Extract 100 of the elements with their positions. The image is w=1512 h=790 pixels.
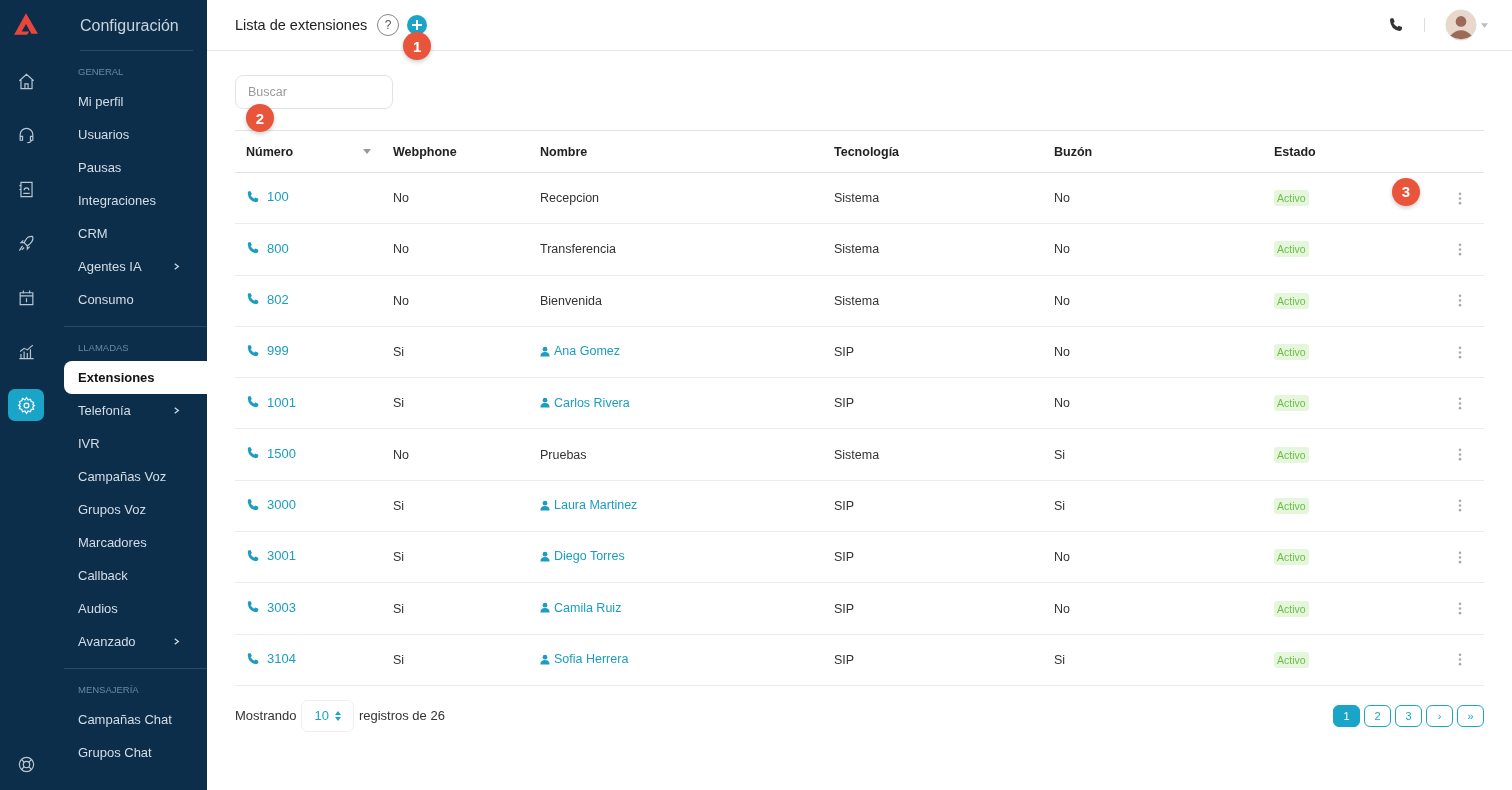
sidebar-title: Configuración xyxy=(80,0,193,51)
rail-button[interactable] xyxy=(8,389,44,421)
phone-icon xyxy=(246,343,260,358)
add-button[interactable] xyxy=(407,15,428,35)
table-cell: Si xyxy=(393,550,405,565)
status-badge: Activo xyxy=(1274,497,1309,514)
contact-book-icon[interactable] xyxy=(16,179,36,199)
table-cell: No xyxy=(393,242,409,257)
table-cell: Si xyxy=(393,396,405,411)
sidebar-item[interactable]: CRM xyxy=(64,217,207,250)
table-cell: Transferencia xyxy=(540,242,616,257)
sidebar-item[interactable]: Extensiones xyxy=(64,361,207,394)
status-badge: Activo xyxy=(1274,241,1309,258)
table-cell: SIP xyxy=(834,652,855,667)
table-cell: Sistema xyxy=(834,242,880,257)
more-options-icon[interactable] xyxy=(1458,294,1462,308)
sidebar-item[interactable]: Integraciones xyxy=(64,184,207,217)
phone-icon xyxy=(246,241,260,256)
phone-icon xyxy=(246,497,260,512)
status-badge: Activo xyxy=(1274,190,1309,207)
user-icon xyxy=(540,653,550,665)
column-header[interactable]: Tecnología xyxy=(834,144,900,159)
sort-caret-icon[interactable] xyxy=(363,149,371,154)
table-cell: Si xyxy=(393,498,405,513)
more-options-icon[interactable] xyxy=(1458,602,1462,615)
table-cell: Sistema xyxy=(834,447,880,462)
sidebar-item[interactable]: IVR xyxy=(64,427,207,460)
status-badge: Activo xyxy=(1274,446,1309,463)
phone-icon xyxy=(246,446,260,461)
sidebar-item[interactable]: Campañas Chat xyxy=(64,703,207,736)
table-cell: No xyxy=(393,293,409,308)
table-cell: No xyxy=(1054,550,1070,565)
sidebar-item[interactable]: Marcadores xyxy=(64,526,207,559)
step-number-badge: 1 xyxy=(403,32,432,60)
rocket-icon[interactable] xyxy=(16,233,36,253)
user-icon xyxy=(540,499,550,511)
home-icon[interactable] xyxy=(16,71,36,91)
table-cell: No xyxy=(1054,345,1070,360)
sidebar-item[interactable]: Grupos Voz xyxy=(64,493,207,526)
phone-icon xyxy=(246,189,260,204)
table-cell: No xyxy=(1054,601,1070,616)
column-header[interactable]: Número xyxy=(246,144,294,159)
table-cell: Si xyxy=(393,345,405,360)
table-cell: Sistema xyxy=(834,293,880,308)
table-cell: Bienvenida xyxy=(540,293,602,308)
table-cell: Recepcion xyxy=(540,191,600,206)
table-cell: SIP xyxy=(834,345,855,360)
more-options-icon[interactable] xyxy=(1458,242,1462,256)
caret-icon[interactable] xyxy=(1481,22,1488,28)
phone-icon xyxy=(246,600,260,615)
column-header[interactable]: Nombre xyxy=(540,144,588,159)
more-options-icon[interactable] xyxy=(1458,396,1462,410)
table-cell: No xyxy=(1054,396,1070,411)
avatar[interactable] xyxy=(1445,9,1477,41)
column-header[interactable]: Webphone xyxy=(393,144,457,159)
user-icon xyxy=(540,550,550,562)
table-cell: Si xyxy=(1054,652,1066,667)
section-heading: GENERAL xyxy=(78,65,125,79)
table-cell: Pruebas xyxy=(540,447,587,462)
sidebar-item[interactable]: Audios xyxy=(64,592,207,625)
app-logo[interactable] xyxy=(13,11,39,37)
table-cell: No xyxy=(1054,242,1070,257)
phone-icon[interactable] xyxy=(1388,17,1404,33)
sidebar-item[interactable]: Telefonía xyxy=(64,394,207,427)
table-cell: SIP xyxy=(834,550,855,565)
help-button[interactable]: ? xyxy=(377,14,400,36)
sidebar-item[interactable]: Callback xyxy=(64,559,207,592)
section-heading: LLAMADAS xyxy=(78,341,130,355)
status-badge: Activo xyxy=(1274,651,1309,668)
section-heading: MENSAJERÍA xyxy=(78,683,140,697)
status-badge: Activo xyxy=(1274,395,1309,412)
column-header[interactable]: Estado xyxy=(1274,144,1316,159)
sidebar-item[interactable]: Campañas Voz xyxy=(64,460,207,493)
more-options-icon[interactable] xyxy=(1458,191,1462,205)
page-title: Lista de extensiones xyxy=(235,17,368,33)
table-cell: No xyxy=(1054,293,1070,308)
sidebar-item[interactable]: Usuarios xyxy=(64,118,207,151)
status-badge: Activo xyxy=(1274,344,1309,361)
search-field[interactable]: Buscar xyxy=(235,75,393,109)
step-number-badge: 3 xyxy=(1392,177,1420,206)
lifebuoy-icon[interactable] xyxy=(16,755,36,774)
sidebar-item[interactable]: Mi perfil xyxy=(64,85,207,118)
table-cell: Si xyxy=(1054,447,1066,462)
table-cell: Si xyxy=(393,652,405,667)
sidebar-item[interactable]: Avanzado xyxy=(64,625,207,658)
sidebar-item[interactable]: Consumo xyxy=(64,283,207,316)
phone-icon xyxy=(246,548,260,563)
table-cell: Si xyxy=(1054,498,1066,513)
more-options-icon[interactable] xyxy=(1458,653,1462,667)
table-cell: No xyxy=(1054,191,1070,206)
sidebar-item[interactable]: Agentes IA xyxy=(64,250,207,283)
table-cell: SIP xyxy=(834,498,855,513)
column-header[interactable]: Buzón xyxy=(1054,144,1093,159)
sidebar-item[interactable]: Pausas xyxy=(64,151,207,184)
more-options-icon[interactable] xyxy=(1458,448,1462,462)
more-options-icon[interactable] xyxy=(1458,550,1462,564)
more-options-icon[interactable] xyxy=(1458,345,1462,359)
phone-icon xyxy=(246,395,260,410)
more-options-icon[interactable] xyxy=(1458,499,1462,513)
sidebar-item[interactable]: Grupos Chat xyxy=(64,736,207,769)
